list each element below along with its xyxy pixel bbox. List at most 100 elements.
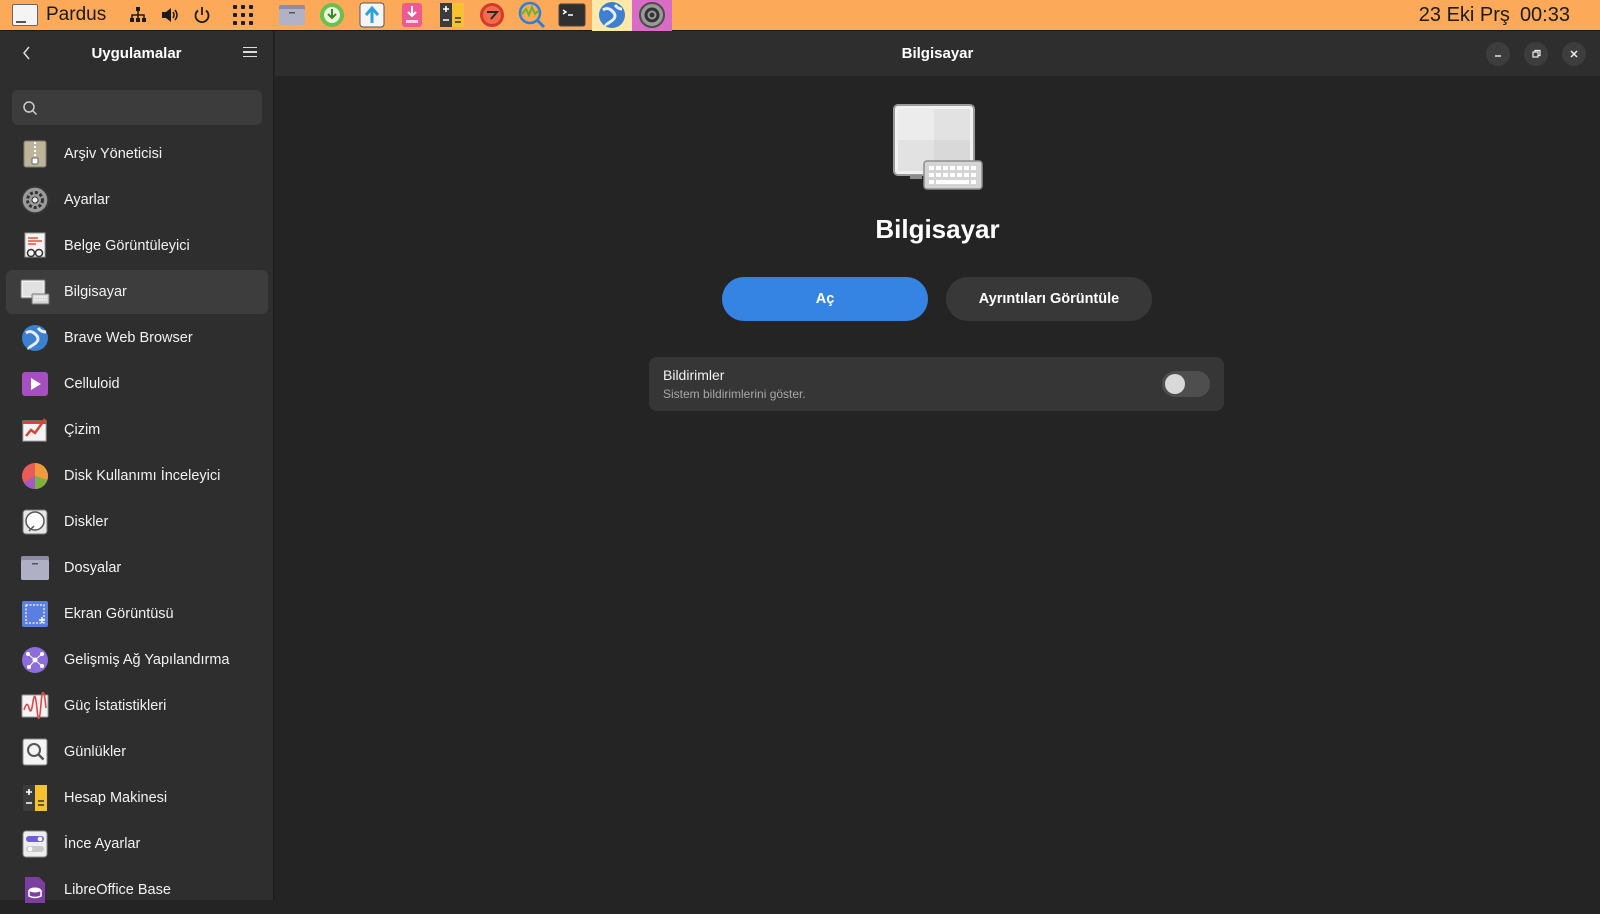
computer-icon [20,277,50,307]
power-icon[interactable] [192,5,212,25]
sidebar-item-hesap-makinesi[interactable]: Hesap Makinesi [6,776,268,820]
logs-icon [20,737,50,767]
download-icon[interactable] [312,0,352,31]
sidebar-item-label: Gelişmiş Ağ Yapılandırma [64,652,230,668]
sidebar-item-label: Belge Görüntüleyici [64,238,190,254]
sidebar-item-ekran-goruntusu[interactable]: Ekran Görüntüsü [6,592,268,636]
sidebar-item-label: LibreOffice Base [64,882,171,898]
sidebar-item-label: Arşiv Yöneticisi [64,146,163,162]
sidebar-item-label: Günlükler [64,744,127,760]
sidebar-item-label: Disk Kullanımı İnceleyici [64,468,221,484]
back-button[interactable] [16,43,36,63]
app-grid-icon[interactable] [232,4,254,26]
search-input[interactable] [44,99,254,116]
sidebar-item-label: Güç İstatistikleri [64,698,167,714]
sidebar-item-libreoffice-base[interactable]: LibreOffice Base [6,868,268,912]
calculator-icon [20,783,50,813]
calculator-icon[interactable] [432,0,472,31]
app-list: Arşiv Yöneticisi Ayarlar Belge Görüntüle… [6,132,268,914]
window-controls [1486,42,1586,66]
sidebar-item-label: Dosyalar [64,560,122,576]
sidebar-item-label: İnce Ayarlar [64,836,141,852]
sidebar-item-celluloid[interactable]: Celluloid [6,362,268,406]
terminal-icon[interactable] [552,0,592,31]
sidebar-item-label: Celluloid [64,376,120,392]
folder-icon[interactable] [272,0,312,31]
sidebar-item-brave-web-browser[interactable]: Brave Web Browser [6,316,268,360]
sidebar: Uygulamalar Arşiv Yöneticisi Ayarlar Bel… [0,31,274,903]
sidebar-item-gunlukler[interactable]: Günlükler [6,730,268,774]
pinned-apps [272,0,673,31]
sidebar-item-bilgisayar[interactable]: Bilgisayar [6,270,268,314]
pardus-menu-button[interactable]: Pardus [12,0,106,31]
close-button[interactable] [1562,42,1586,66]
restore-icon [1532,49,1541,58]
drawing-icon [20,415,50,445]
clock[interactable]: 23 Eki Prş 00:33 [1419,0,1570,31]
sidebar-item-label: Ayarlar [64,192,110,208]
screenshot-icon [20,599,50,629]
pie-chart-icon [20,461,50,491]
sidebar-item-gelismis-ag-yapilandirma[interactable]: Gelişmiş Ağ Yapılandırma [6,638,268,682]
sidebar-item-cizim[interactable]: Çizim [6,408,268,452]
header-title: Bilgisayar [901,45,974,62]
sidebar-title: Uygulamalar [91,45,182,62]
document-viewer-icon [20,231,50,261]
package-icon[interactable] [392,0,432,31]
sidebar-item-label: Bilgisayar [64,284,127,300]
sidebar-item-arsiv-yoneticisi[interactable]: Arşiv Yöneticisi [6,132,268,176]
top-panel: Pardus 23 Eki Prş 00:33 [0,0,1600,31]
search-box[interactable] [12,90,262,125]
sidebar-item-belge-goruntuleyici[interactable]: Belge Görüntüleyici [6,224,268,268]
monitor-icon[interactable] [472,0,512,31]
clock-time: 00:33 [1519,4,1570,26]
main-content: Bilgisayar Bilgisayar Aç Ayrıntıları Gör… [275,31,1600,900]
gear-icon [20,185,50,215]
close-icon [1570,50,1578,58]
header-bar: Bilgisayar [275,31,1600,76]
globe-icon[interactable] [592,0,633,31]
folder-icon [20,553,50,583]
libreoffice-base-icon [20,875,50,905]
view-details-button[interactable]: Ayrıntıları Görüntüle [946,277,1152,321]
chevron-left-icon [23,46,30,60]
sidebar-header: Uygulamalar [0,31,273,76]
open-button[interactable]: Aç [722,277,928,321]
network-config-icon [20,645,50,675]
globe-icon [20,323,50,353]
sidebar-item-guc-istatistikleri[interactable]: Güç İstatistikleri [6,684,268,728]
volume-icon[interactable] [160,5,180,25]
chart-search-icon[interactable] [512,0,552,31]
brand-label: Pardus [46,4,107,25]
sidebar-item-label: Çizim [64,422,101,438]
disk-icon [20,507,50,537]
sidebar-item-diskler[interactable]: Diskler [6,500,268,544]
hamburger-menu-icon[interactable] [243,45,257,59]
sidebar-item-label: Brave Web Browser [64,330,193,346]
sidebar-item-label: Diskler [64,514,109,530]
minimize-icon [1495,55,1501,57]
system-tray [128,5,212,25]
power-stats-icon [20,691,50,721]
notifications-toggle[interactable] [1162,371,1210,397]
maximize-button[interactable] [1524,42,1548,66]
play-icon [20,369,50,399]
archive-icon [20,139,50,169]
sidebar-item-dosyalar[interactable]: Dosyalar [6,546,268,590]
minimize-button[interactable] [1486,42,1510,66]
sidebar-item-disk-kullanimi-inceleyici[interactable]: Disk Kullanımı İnceleyici [6,454,268,498]
sidebar-item-label: Hesap Makinesi [64,790,168,806]
sidebar-item-ayarlar[interactable]: Ayarlar [6,178,268,222]
notifications-subtitle: Sistem bildirimlerini göster. [663,387,806,401]
upload-arrow-icon[interactable] [352,0,392,31]
computer-logo-icon [12,4,38,26]
tweaks-icon [20,829,50,859]
clock-date: 23 Eki Prş [1418,4,1510,26]
sidebar-item-ince-ayarlar[interactable]: İnce Ayarlar [6,822,268,866]
gear-icon[interactable] [632,0,673,31]
toggle-knob [1165,374,1185,394]
network-icon[interactable] [128,5,148,25]
search-icon [23,100,38,115]
app-title: Bilgisayar [875,214,1000,244]
computer-icon [892,103,984,193]
